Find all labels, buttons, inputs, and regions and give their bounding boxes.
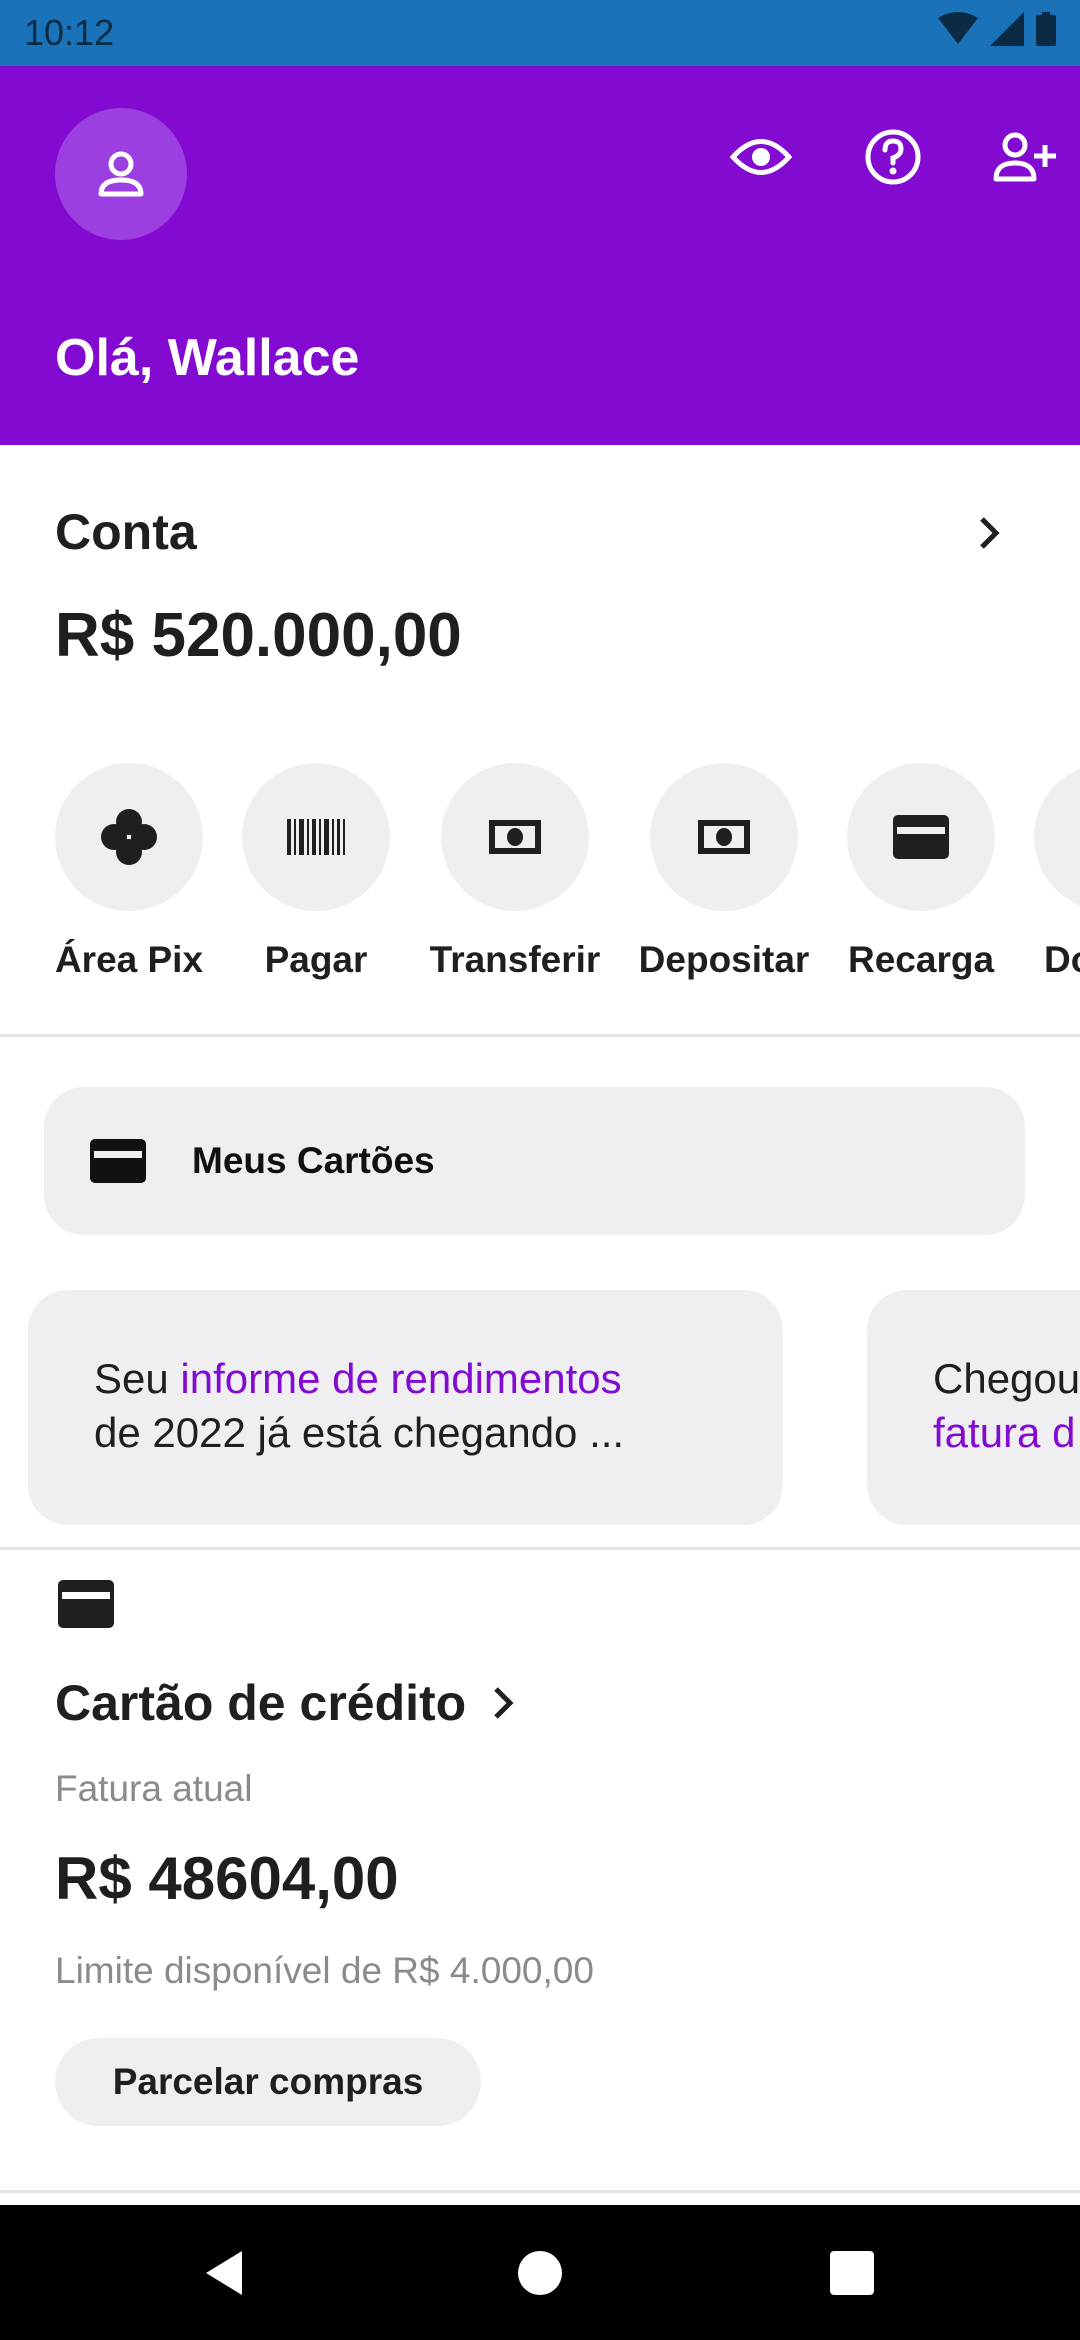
eye-icon[interactable] <box>726 122 796 192</box>
pix-icon-circle <box>55 763 203 911</box>
promo-highlight[interactable]: fatura d <box>933 1409 1075 1456</box>
credit-card-title[interactable]: Cartão de crédito <box>55 1674 516 1732</box>
shortcut-label: Pagar <box>264 939 368 980</box>
back-icon[interactable] <box>198 2245 254 2301</box>
divider <box>0 2190 1080 2193</box>
credit-card-section[interactable]: Cartão de crédito Fatura atual R$ 48604,… <box>0 1550 1080 2190</box>
promo-card-invoice[interactable]: Chegou fatura d <box>867 1290 1080 1525</box>
money-icon <box>698 820 750 854</box>
barcode-icon-circle <box>242 763 390 911</box>
profile-avatar[interactable] <box>55 108 187 240</box>
promo-text: Chegou fatura d <box>933 1352 1080 1460</box>
promo-card-income-report[interactable]: Seu informe de rendimentos de 2022 já es… <box>28 1290 783 1525</box>
card-icon-circle <box>847 763 995 911</box>
chevron-right-icon[interactable] <box>970 513 1010 553</box>
greeting: Olá, Wallace <box>55 329 360 387</box>
status-time: 10:12 <box>24 12 115 53</box>
battery-icon <box>1036 12 1056 46</box>
account-balance: R$ 520.000,00 <box>55 601 462 670</box>
shortcut-doar[interactable]: Doar <box>1016 763 1080 981</box>
header-actions <box>726 122 1060 192</box>
available-limit: Limite disponível de R$ 4.000,00 <box>55 1950 594 1991</box>
money-icon <box>489 820 541 854</box>
invoice-label: Fatura atual <box>55 1768 253 1809</box>
promo-text-pre: Seu <box>94 1355 181 1402</box>
shortcut-area-pix[interactable]: Área Pix <box>29 763 229 981</box>
card-icon <box>893 815 949 859</box>
shortcuts-row: Área Pix Pagar Transferir Depositar Reca… <box>0 763 1080 1003</box>
card-icon <box>90 1139 146 1183</box>
wifi-icon <box>938 12 978 44</box>
my-cards-label: Meus Cartões <box>192 1140 435 1181</box>
shortcut-pagar[interactable]: Pagar <box>216 763 416 981</box>
invoice-amount: R$ 48604,00 <box>55 1845 399 1912</box>
pix-icon <box>101 809 157 865</box>
promo-text-line2: de 2022 já está chegando ... <box>94 1409 625 1456</box>
barcode-icon <box>287 819 345 855</box>
shortcut-label: Área Pix <box>54 939 204 980</box>
money-icon-circle <box>650 763 798 911</box>
account-title: Conta <box>55 504 197 560</box>
credit-card-title-text: Cartão de crédito <box>55 1675 467 1731</box>
home-icon[interactable] <box>512 2245 568 2301</box>
promo-text: Seu informe de rendimentos de 2022 já es… <box>94 1352 624 1460</box>
promo-highlight[interactable]: informe de rendimentos <box>180 1355 621 1402</box>
person-icon <box>98 151 144 197</box>
shortcut-recarga[interactable]: Recarga <box>821 763 1021 981</box>
installment-button[interactable]: Parcelar compras <box>55 2038 481 2126</box>
shortcut-label: Recarga <box>847 939 995 980</box>
account-section[interactable]: Conta R$ 520.000,00 Área Pix Pagar Trans… <box>0 445 1080 1035</box>
card-icon <box>58 1580 114 1628</box>
money-icon-circle <box>441 763 589 911</box>
recents-icon[interactable] <box>824 2245 880 2301</box>
system-nav-bar <box>0 2205 1080 2340</box>
help-icon[interactable] <box>858 122 928 192</box>
chevron-right-icon <box>494 1687 514 1719</box>
my-cards-button[interactable]: Meus Cartões <box>44 1087 1025 1235</box>
add-user-icon[interactable] <box>990 122 1060 192</box>
shortcut-label: Transferir <box>429 939 601 980</box>
shortcut-transferir[interactable]: Transferir <box>415 763 615 981</box>
divider <box>0 1034 1080 1037</box>
header: Olá, Wallace <box>0 66 1080 445</box>
promo-text-pre: Chegou <box>933 1355 1080 1402</box>
status-icons <box>938 12 1056 46</box>
shortcut-depositar[interactable]: Depositar <box>624 763 824 981</box>
donate-icon-circle <box>1034 763 1080 911</box>
signal-icon <box>990 12 1024 46</box>
status-bar: 10:12 <box>0 0 1080 66</box>
shortcut-label: Doar <box>1044 939 1080 980</box>
shortcut-label: Depositar <box>638 939 810 980</box>
